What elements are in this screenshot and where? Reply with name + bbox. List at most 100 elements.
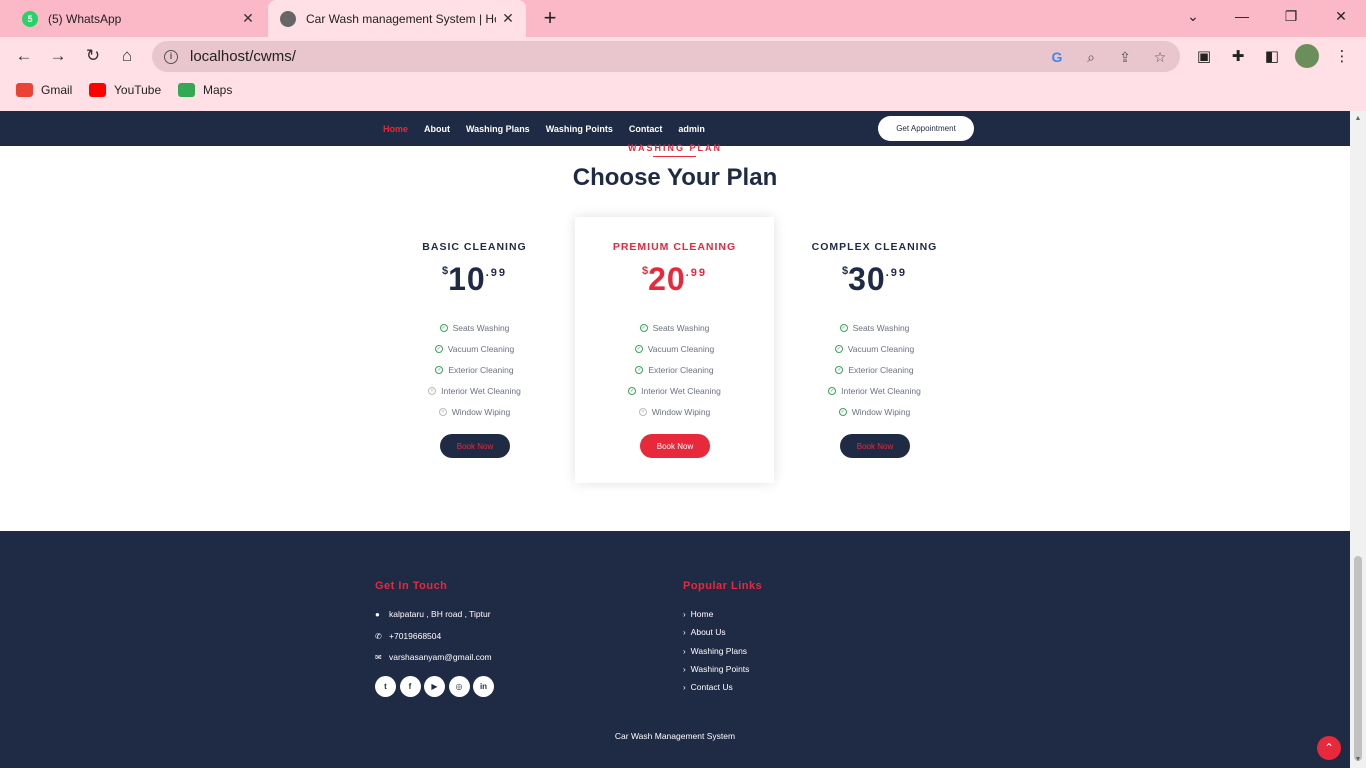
google-icon[interactable]: G	[1045, 45, 1069, 69]
instagram-icon[interactable]: ◎	[448, 676, 470, 697]
scroll-down-icon[interactable]: ▼	[1350, 756, 1366, 763]
check-icon: ✓	[439, 323, 448, 332]
plan-name: PREMIUM CLEANING	[612, 241, 737, 253]
check-icon: ✓	[834, 344, 843, 353]
plan-price: $30.99	[841, 261, 907, 297]
list-item: ✕ Window Wiping	[438, 406, 511, 417]
chevron-right-icon: ›	[683, 664, 686, 674]
plan-name: BASIC CLEANING	[422, 241, 527, 253]
forward-button[interactable]: →	[44, 42, 72, 70]
facebook-icon[interactable]: f	[399, 676, 421, 697]
footer-link-about[interactable]: › About Us	[683, 627, 726, 637]
tab-car-wash[interactable]: Car Wash management System | Ho ✕	[268, 0, 526, 37]
footer-link-washing-points[interactable]: › Washing Points	[683, 664, 749, 674]
tab-title: Car Wash management System | Ho	[306, 11, 496, 26]
minimize-button[interactable]: —	[1219, 0, 1265, 32]
plan-card-complex: COMPLEX CLEANING $30.99 ✓ Seats Washing ✓…	[775, 217, 974, 483]
restore-button[interactable]: ❐	[1268, 0, 1314, 32]
maps-icon	[178, 83, 195, 97]
puzzle-icon[interactable]: ✚	[1226, 44, 1250, 68]
reload-button[interactable]: ↻	[79, 42, 107, 70]
phone-line: ✆ +7019668504	[375, 631, 442, 641]
footer-link-home[interactable]: › Home	[683, 609, 713, 619]
bookmark-youtube[interactable]: YouTube	[89, 83, 161, 97]
nav-home[interactable]: Home	[383, 124, 408, 134]
menu-icon[interactable]: ⋮	[1330, 44, 1354, 68]
twitter-icon[interactable]: t	[375, 676, 396, 697]
phone-icon: ✆	[375, 631, 382, 641]
avatar[interactable]	[1295, 44, 1319, 68]
envelope-icon: ✉	[375, 652, 382, 662]
back-to-top-button[interactable]: ⌃	[1317, 736, 1341, 760]
info-icon[interactable]: i	[164, 49, 178, 64]
home-button[interactable]: ⌂	[113, 42, 141, 70]
list-item: ✓ Window Wiping	[838, 406, 911, 417]
close-icon[interactable]: ✕	[236, 10, 260, 27]
plan-name: COMPLEX CLEANING	[811, 241, 938, 253]
bookmarks-bar: Gmail YouTube Maps	[0, 75, 1366, 111]
browser-tab-strip: 5 (5) WhatsApp ✕ Car Wash management Sys…	[0, 0, 1366, 37]
get-appointment-button[interactable]: Get Appointment	[878, 116, 974, 141]
plan-card-premium: PREMIUM CLEANING $20.99 ✓ Seats Washing ✓…	[575, 217, 774, 483]
side-panel-icon[interactable]: ◧	[1260, 44, 1284, 68]
cross-icon: ✕	[428, 386, 437, 395]
feature-list: ✓ Seats Washing ✓ Vacuum Cleaning ✓ Exterio…	[375, 317, 574, 422]
nav-about[interactable]: About	[424, 124, 450, 134]
site-footer: Get In Touch ● kalpataru , BH road , Tipt…	[0, 531, 1350, 768]
list-item: ✕ Interior Wet Cleaning	[428, 385, 521, 396]
browser-toolbar: ← → ↻ ⌂ i localhost/cwms/ G ⌕ ⇪ ☆ ▣ ✚ ◧ …	[0, 37, 1366, 75]
email-line: ✉ varshasanyam@gmail.com	[375, 652, 492, 662]
plan-card-basic: BASIC CLEANING $10.99 ✓ Seats Washing ✓ Va…	[375, 217, 574, 483]
address-line: ● kalpataru , BH road , Tiptur	[375, 609, 491, 619]
list-item: ✓ Vacuum Cleaning	[434, 343, 515, 354]
list-item: ✓ Seats Washing	[639, 322, 710, 333]
bookmark-gmail[interactable]: Gmail	[16, 83, 72, 97]
footer-link-washing-plans[interactable]: › Washing Plans	[683, 646, 747, 656]
scrollbar-thumb[interactable]	[1354, 556, 1362, 761]
cross-icon: ✕	[638, 407, 647, 416]
book-now-button[interactable]: Book Now	[440, 434, 510, 458]
nav-washing-points[interactable]: Washing Points	[546, 124, 613, 134]
bookmark-star-icon[interactable]: ☆	[1148, 45, 1172, 69]
youtube-icon[interactable]: ▶	[424, 676, 445, 697]
feature-list: ✓ Seats Washing ✓ Vacuum Cleaning ✓ Exterio…	[575, 317, 774, 422]
site-navbar: Home About Washing Plans Washing Points …	[0, 111, 1366, 146]
scrollbar[interactable]: ▲ ▼	[1350, 111, 1366, 768]
share-icon[interactable]: ⇪	[1113, 45, 1137, 69]
window-close-button[interactable]: ✕	[1318, 0, 1364, 32]
globe-icon	[280, 10, 296, 27]
linkedin-icon[interactable]: in	[473, 676, 494, 697]
cross-icon: ✕	[438, 407, 447, 416]
bookmark-maps[interactable]: Maps	[178, 83, 232, 97]
social-links: t f ▶ ◎ in	[375, 676, 498, 697]
section-tag: WASHING PLAN	[627, 143, 722, 153]
back-button[interactable]: ←	[10, 42, 38, 70]
list-item: ✕ Window Wiping	[638, 406, 711, 417]
check-icon: ✓	[434, 344, 443, 353]
footer-link-contact[interactable]: › Contact Us	[683, 682, 733, 692]
new-tab-button[interactable]: +	[538, 6, 562, 30]
list-item: ✓ Seats Washing	[439, 322, 510, 333]
popular-links-heading: Popular Links	[683, 580, 763, 592]
nav-admin[interactable]: admin	[678, 124, 705, 134]
address-bar[interactable]: i localhost/cwms/ G ⌕ ⇪ ☆	[152, 41, 1180, 72]
close-icon[interactable]: ✕	[496, 10, 520, 27]
tab-search-icon[interactable]: ⌄	[1170, 0, 1216, 32]
scroll-up-icon[interactable]: ▲	[1350, 115, 1366, 122]
feature-list: ✓ Seats Washing ✓ Vacuum Cleaning ✓ Exterio…	[775, 317, 974, 422]
nav-washing-plans[interactable]: Washing Plans	[466, 124, 530, 134]
chevron-right-icon: ›	[683, 646, 686, 656]
check-icon: ✓	[835, 365, 844, 374]
tab-whatsapp[interactable]: 5 (5) WhatsApp ✕	[10, 0, 266, 37]
check-icon: ✓	[838, 407, 847, 416]
chevron-right-icon: ›	[683, 627, 686, 637]
check-icon: ✓	[639, 323, 648, 332]
book-now-button[interactable]: Book Now	[840, 434, 910, 458]
nav-contact[interactable]: Contact	[629, 124, 663, 134]
list-item: ✓ Interior Wet Cleaning	[828, 385, 921, 396]
extension-icon[interactable]: ▣	[1192, 44, 1216, 68]
book-now-button[interactable]: Book Now	[640, 434, 710, 458]
zoom-icon[interactable]: ⌕	[1079, 45, 1103, 69]
chevron-right-icon: ›	[683, 682, 686, 692]
check-icon: ✓	[634, 344, 643, 353]
